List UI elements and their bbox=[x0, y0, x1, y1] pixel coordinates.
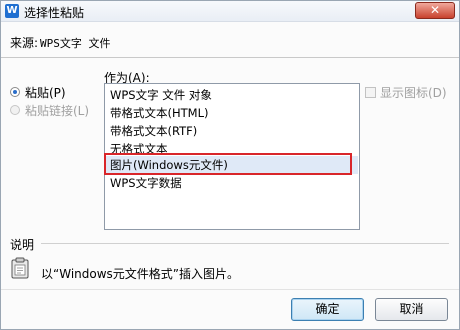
ok-button[interactable]: 确定 bbox=[291, 298, 364, 321]
checkbox-unchecked[interactable] bbox=[365, 87, 376, 98]
description-divider bbox=[41, 243, 449, 244]
format-list[interactable]: WPS文字 文件 对象 带格式文本(HTML) 带格式文本(RTF) 无格式文本… bbox=[104, 83, 360, 230]
divider bbox=[1, 57, 459, 58]
title-bar[interactable]: W 选择性粘贴 ✕ bbox=[1, 1, 459, 22]
cancel-button[interactable]: 取消 bbox=[375, 298, 448, 321]
paste-link-radio[interactable]: 粘贴链接(L) bbox=[10, 103, 90, 118]
list-item-selected[interactable]: 图片(Windows元文件) bbox=[106, 156, 358, 174]
paste-special-dialog: W 选择性粘贴 ✕ 来源: WPS文字 文件 作为(A): 粘贴(P) 粘贴链接(… bbox=[0, 0, 460, 330]
show-as-icon-checkbox[interactable]: 显示图标(D) bbox=[365, 84, 447, 101]
close-button[interactable]: ✕ bbox=[415, 2, 455, 19]
list-item[interactable]: 带格式文本(RTF) bbox=[106, 122, 358, 140]
description-label: 说明 bbox=[10, 238, 35, 252]
source-label: 来源: bbox=[10, 36, 39, 50]
paste-radio-label: 粘贴(P) bbox=[25, 85, 66, 100]
list-item[interactable]: WPS文字数据 bbox=[106, 174, 358, 192]
description-text: 以“Windows元文件格式”插入图片。 bbox=[41, 267, 240, 281]
radio-button-disabled[interactable] bbox=[10, 105, 20, 115]
window-title: 选择性粘贴 bbox=[24, 6, 85, 20]
paste-radio[interactable]: 粘贴(P) bbox=[10, 85, 66, 100]
wps-writer-icon: W bbox=[5, 4, 19, 18]
divider bbox=[1, 289, 459, 290]
clipboard-icon bbox=[11, 257, 29, 279]
show-as-icon-label: 显示图标(D) bbox=[380, 86, 447, 100]
list-item[interactable]: WPS文字 文件 对象 bbox=[106, 86, 358, 104]
paste-link-radio-label: 粘贴链接(L) bbox=[25, 103, 90, 118]
source-line: 来源: WPS文字 文件 bbox=[10, 34, 111, 51]
list-item[interactable]: 带格式文本(HTML) bbox=[106, 104, 358, 122]
source-value: WPS文字 文件 bbox=[40, 37, 111, 50]
radio-button-checked[interactable] bbox=[10, 87, 20, 97]
